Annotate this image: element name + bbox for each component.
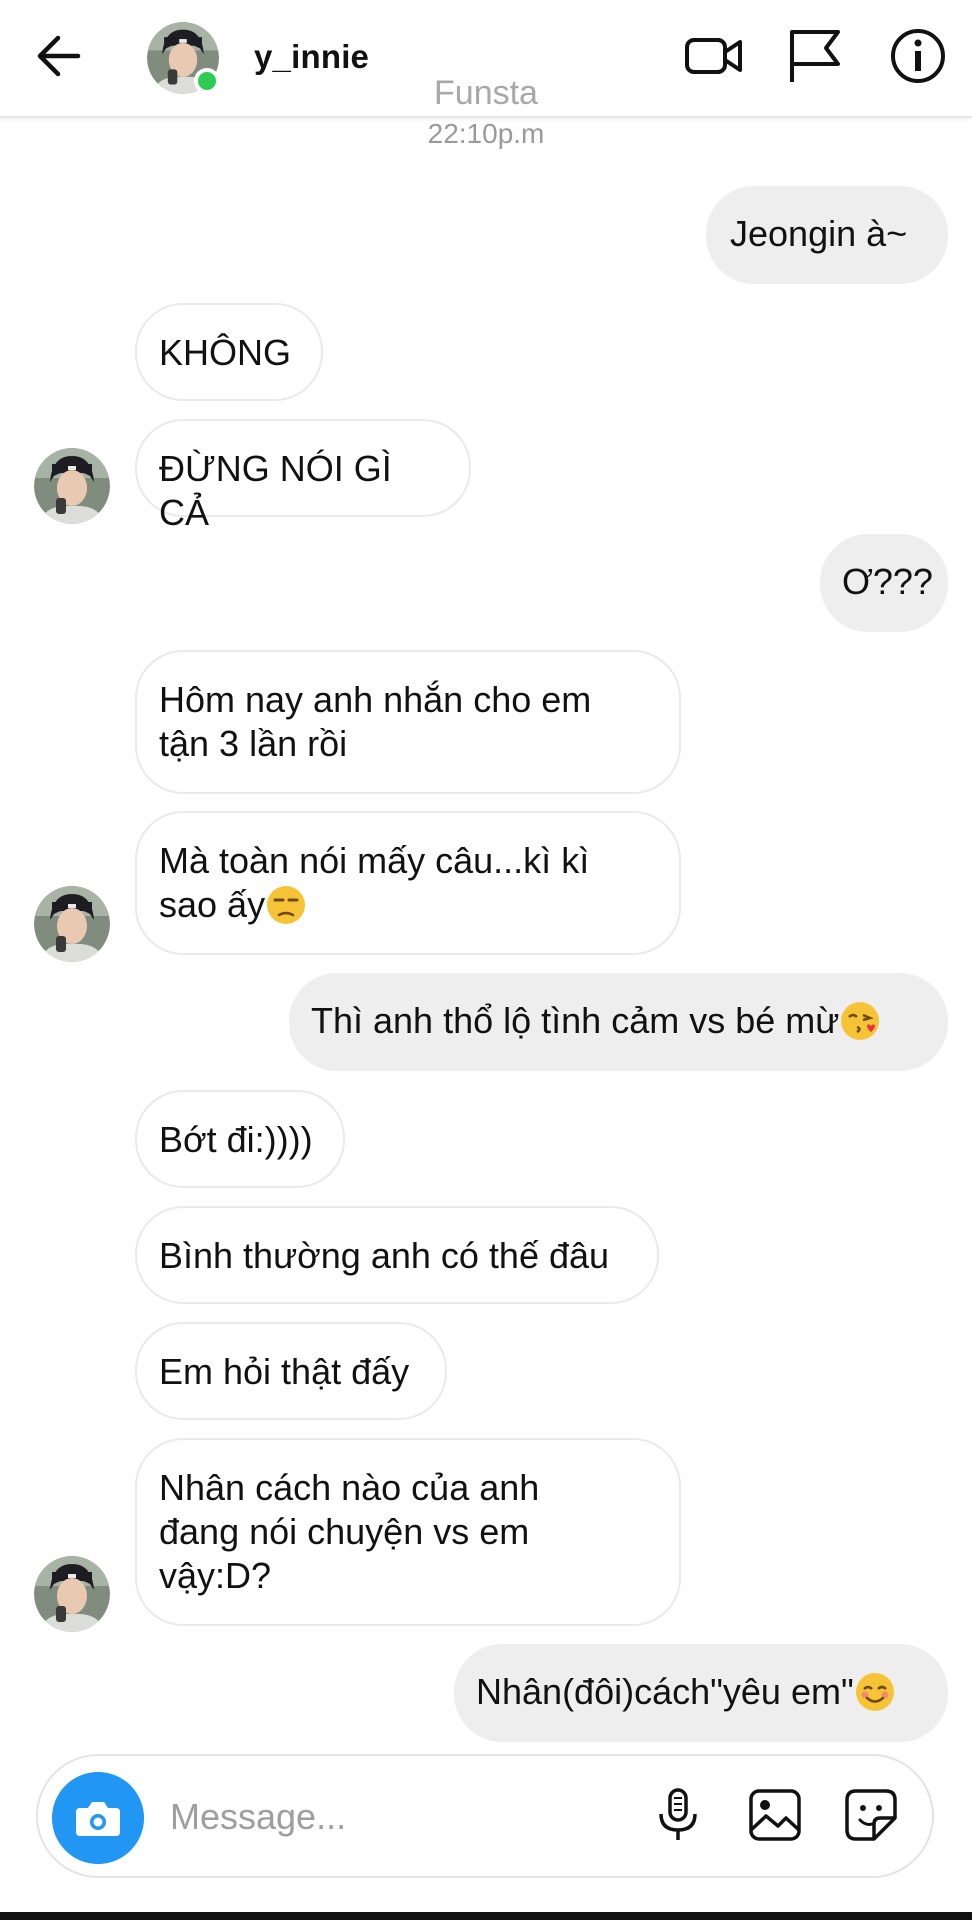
- incoming-message[interactable]: Hôm nay anh nhắn cho em tận 3 lần rồi: [135, 650, 681, 794]
- outgoing-message[interactable]: Thì anh thổ lộ tình cảm vs bé mừ: [289, 973, 948, 1071]
- chat-nickname-label: Funsta: [434, 74, 538, 112]
- incoming-message[interactable]: KHÔNG: [135, 303, 323, 401]
- gallery-icon[interactable]: [746, 1786, 804, 1844]
- incoming-message[interactable]: Mà toàn nói mấy câu...kì kì sao ấy: [135, 811, 681, 955]
- smiling-face-emoji: [855, 1673, 894, 1711]
- incoming-message[interactable]: Em hỏi thật đấy: [135, 1322, 447, 1420]
- microphone-icon[interactable]: [649, 1786, 707, 1844]
- incoming-message[interactable]: Bình thường anh có thế đâu: [135, 1206, 659, 1304]
- kissing-face-emoji: [841, 1002, 880, 1040]
- message-input[interactable]: Message...: [170, 1796, 346, 1838]
- system-nav-bar: [0, 1912, 972, 1920]
- sender-avatar[interactable]: [34, 886, 110, 962]
- incoming-message[interactable]: Bớt đi:)))): [135, 1090, 345, 1188]
- sticker-icon[interactable]: [842, 1786, 900, 1844]
- sender-avatar[interactable]: [34, 448, 110, 524]
- sender-avatar[interactable]: [34, 1556, 110, 1632]
- incoming-message[interactable]: ĐỪNG NÓI GÌ CẢ: [135, 419, 471, 533]
- outgoing-message[interactable]: Nhân(đôi)cách"yêu em": [454, 1644, 948, 1742]
- thread-timestamp: 22:10p.m: [427, 118, 545, 149]
- unamused-face-emoji: [267, 886, 306, 924]
- incoming-message[interactable]: Nhân cách nào của anh đang nói chuyện vs…: [135, 1438, 681, 1626]
- camera-button[interactable]: [52, 1772, 144, 1864]
- chat-username[interactable]: y_innie: [254, 38, 369, 76]
- outgoing-message[interactable]: Ơ???: [820, 534, 948, 632]
- outgoing-message[interactable]: Jeongin à~: [706, 186, 948, 284]
